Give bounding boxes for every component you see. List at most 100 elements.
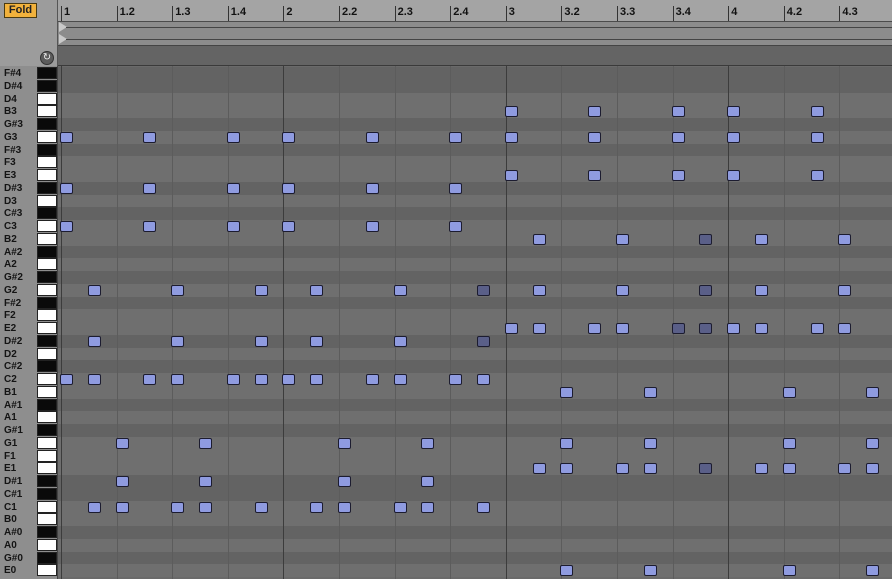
grid-row[interactable] [58,118,892,131]
midi-note[interactable] [60,131,73,143]
midi-note[interactable] [588,131,602,143]
midi-note[interactable] [60,221,73,232]
midi-note[interactable] [504,106,518,118]
grid-row[interactable] [58,538,892,552]
midi-note[interactable] [560,437,574,449]
grid-row[interactable] [58,92,892,106]
midi-note[interactable] [421,437,435,449]
white-key[interactable] [37,538,57,551]
midi-note[interactable] [643,386,657,398]
midi-note[interactable] [727,131,741,143]
white-key[interactable] [37,322,57,334]
grid-row[interactable] [58,551,892,565]
automation-lane[interactable] [58,46,892,66]
white-key[interactable] [37,462,57,475]
midi-note[interactable] [226,182,240,194]
midi-note[interactable] [338,437,351,449]
white-key[interactable] [37,309,57,322]
midi-note[interactable] [560,386,574,398]
grid-row[interactable] [58,105,892,119]
midi-note[interactable] [616,284,629,296]
midi-note[interactable] [171,374,185,385]
black-key[interactable] [37,245,57,258]
black-key[interactable] [37,271,57,283]
midi-note[interactable] [282,221,296,232]
midi-note[interactable] [282,182,296,194]
black-key[interactable] [37,143,57,156]
midi-note[interactable] [782,565,796,577]
midi-note[interactable] [282,131,296,143]
midi-note[interactable] [477,284,490,296]
white-key[interactable] [37,169,57,181]
grid-row[interactable] [58,475,892,488]
midi-note[interactable] [810,106,824,118]
midi-note[interactable] [226,221,240,232]
midi-note[interactable] [449,131,463,143]
midi-note[interactable] [171,335,185,347]
grid-row[interactable] [58,181,892,195]
midi-note[interactable] [504,131,518,143]
grid-row[interactable] [58,143,892,157]
white-key[interactable] [37,500,57,513]
midi-note[interactable] [588,170,602,181]
midi-note[interactable] [866,463,880,475]
midi-note[interactable] [755,233,768,245]
white-key[interactable] [37,283,57,296]
midi-note[interactable] [310,335,324,347]
midi-note[interactable] [421,476,435,487]
black-key[interactable] [37,118,57,130]
midi-note[interactable] [477,501,490,513]
midi-note[interactable] [810,170,824,181]
grid-row[interactable] [58,449,892,463]
midi-note[interactable] [338,476,351,487]
midi-note[interactable] [254,374,268,385]
midi-note[interactable] [504,170,518,181]
midi-note[interactable] [310,501,324,513]
midi-note[interactable] [671,131,685,143]
grid-row[interactable] [58,169,892,182]
midi-note[interactable] [115,501,129,513]
midi-note[interactable] [838,463,852,475]
midi-note[interactable] [532,284,546,296]
midi-note[interactable] [616,463,629,475]
grid-row[interactable] [58,271,892,284]
black-key[interactable] [37,181,57,194]
midi-note[interactable] [199,476,212,487]
white-key[interactable] [37,92,57,105]
midi-note[interactable] [115,437,129,449]
midi-note[interactable] [699,323,713,334]
midi-note[interactable] [254,284,268,296]
refresh-icon[interactable]: ↻ [40,51,54,65]
grid-row[interactable] [58,245,892,259]
white-key[interactable] [37,258,57,271]
midi-note[interactable] [616,233,629,245]
grid-row[interactable] [58,526,892,539]
midi-note[interactable] [643,463,657,475]
midi-note[interactable] [532,233,546,245]
midi-note[interactable] [727,170,741,181]
midi-note[interactable] [504,323,518,334]
white-key[interactable] [37,156,57,169]
midi-note[interactable] [838,233,852,245]
loop-marker-strip[interactable] [58,22,892,46]
midi-note[interactable] [755,284,768,296]
black-key[interactable] [37,526,57,538]
midi-note[interactable] [588,323,602,334]
white-key[interactable] [37,564,57,577]
midi-note[interactable] [115,476,129,487]
midi-note[interactable] [671,170,685,181]
midi-note[interactable] [393,374,407,385]
midi-note[interactable] [782,386,796,398]
midi-note[interactable] [365,131,379,143]
midi-note[interactable] [838,323,852,334]
grid-row[interactable] [58,347,892,361]
midi-note[interactable] [254,335,268,347]
midi-note[interactable] [171,501,185,513]
white-key[interactable] [37,513,57,526]
grid-row[interactable] [58,296,892,310]
black-key[interactable] [37,207,57,220]
midi-note[interactable] [143,182,157,194]
black-key[interactable] [37,67,57,79]
midi-note[interactable] [643,565,657,577]
grid-row[interactable] [58,67,892,80]
